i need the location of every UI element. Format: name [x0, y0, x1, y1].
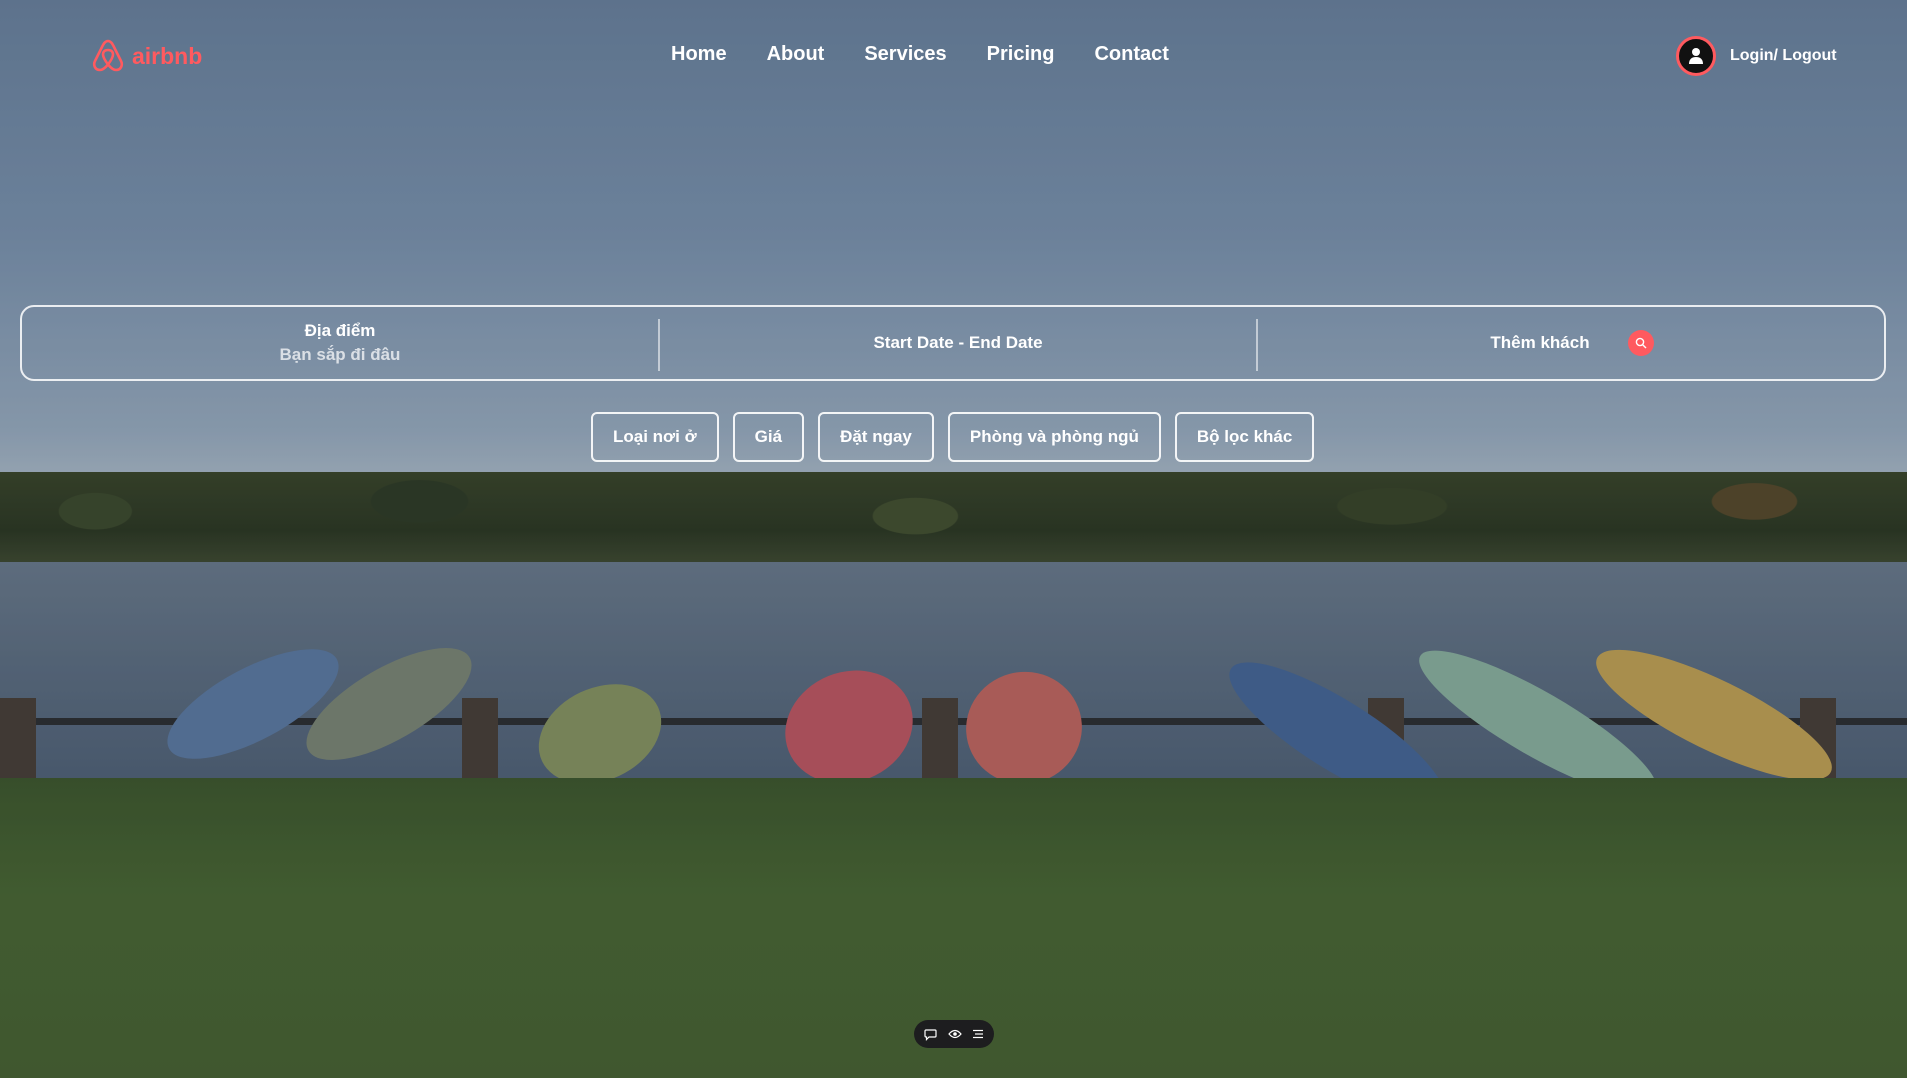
filter-bar: Loại nơi ở Giá Đặt ngay Phòng và phòng n… — [591, 412, 1315, 462]
airbnb-logo-icon — [92, 39, 124, 72]
comment-icon[interactable] — [924, 1028, 937, 1041]
floating-toolbar — [914, 1020, 994, 1048]
search-icon — [1635, 337, 1647, 349]
account-login-logout[interactable]: Login/ Logout — [1676, 36, 1837, 76]
date-range-label[interactable]: Start Date - End Date — [873, 333, 1042, 353]
hero-background — [0, 0, 1907, 1078]
search-bar: Địa điểm Bạn sắp đi đâu Start Date - End… — [20, 305, 1886, 381]
filter-rooms-beds-button[interactable]: Phòng và phòng ngủ — [947, 412, 1161, 462]
guests-field[interactable]: Thêm khách — [1258, 307, 1886, 379]
user-icon — [1689, 48, 1703, 64]
login-logout-link[interactable]: Login/ Logout — [1730, 47, 1837, 65]
avatar[interactable] — [1676, 36, 1716, 76]
nav-home[interactable]: Home — [671, 43, 727, 66]
filter-instant-book-button[interactable]: Đặt ngay — [818, 412, 934, 462]
main-menu: Home About Services Pricing Contact — [671, 43, 1169, 66]
brand-name: airbnb — [132, 42, 203, 69]
location-field[interactable]: Địa điểm Bạn sắp đi đâu — [22, 307, 658, 379]
eye-icon[interactable] — [947, 1028, 962, 1040]
filter-more-button[interactable]: Bộ lọc khác — [1174, 412, 1315, 462]
nav-services[interactable]: Services — [864, 43, 946, 66]
nav-contact[interactable]: Contact — [1094, 43, 1168, 66]
image-overlay — [0, 0, 1907, 1078]
nav-about[interactable]: About — [767, 43, 825, 66]
brand-logo[interactable]: airbnb — [92, 39, 202, 73]
date-range-field[interactable]: Start Date - End Date — [660, 307, 1256, 379]
filter-property-type-button[interactable]: Loại nơi ở — [591, 412, 719, 462]
list-icon[interactable] — [972, 1028, 984, 1040]
search-button[interactable] — [1627, 330, 1654, 356]
top-navbar: airbnb Home About Services Pricing Conta… — [0, 0, 1907, 112]
add-guests-label[interactable]: Thêm khách — [1490, 333, 1589, 353]
location-label: Địa điểm — [304, 321, 376, 340]
location-input[interactable]: Bạn sắp đi đâu — [280, 345, 401, 365]
nav-pricing[interactable]: Pricing — [987, 43, 1055, 66]
filter-price-button[interactable]: Giá — [732, 412, 805, 462]
